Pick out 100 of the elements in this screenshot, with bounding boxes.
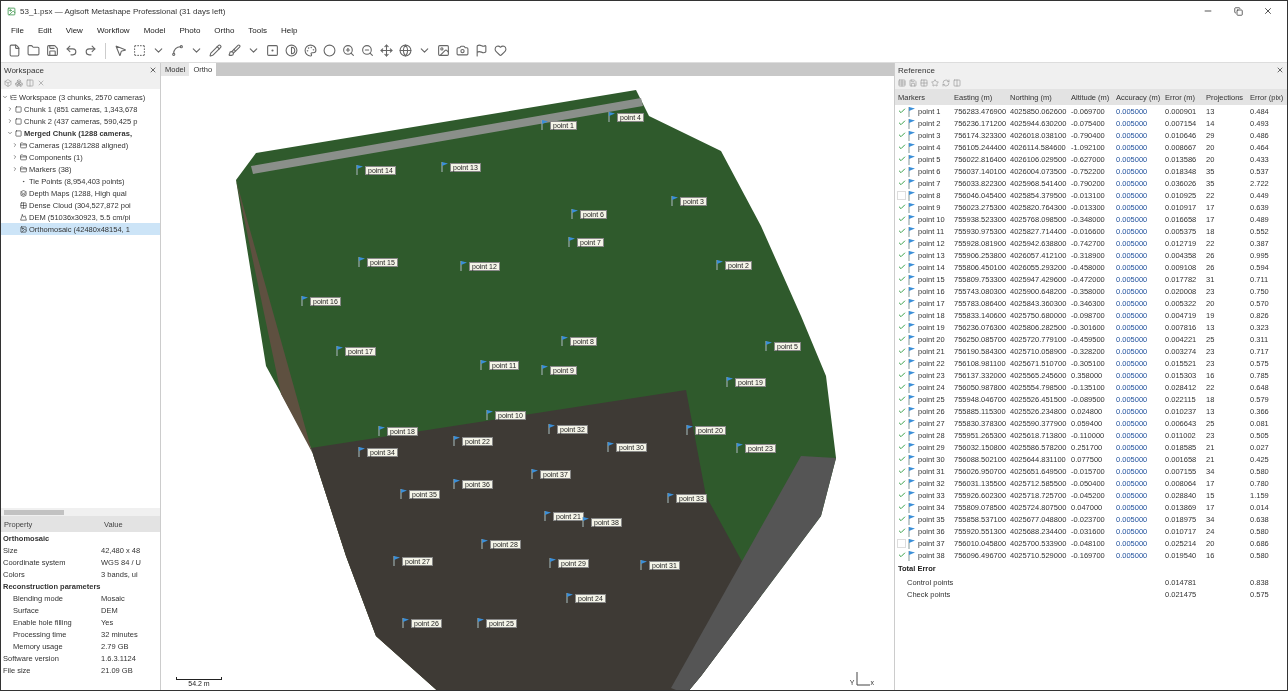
checkbox[interactable] [897, 550, 906, 560]
checkbox[interactable] [897, 334, 906, 344]
folder-icon [20, 165, 27, 173]
checkbox[interactable] [897, 526, 906, 536]
flag-icon [582, 516, 590, 527]
camera-icon[interactable] [455, 43, 470, 58]
checkbox[interactable] [897, 286, 906, 296]
table-icon[interactable] [898, 79, 906, 87]
columns-icon[interactable] [953, 79, 961, 87]
layers-icon [20, 189, 27, 197]
undo-icon[interactable] [64, 43, 79, 58]
globe-icon[interactable] [398, 43, 413, 58]
checkbox[interactable] [897, 490, 906, 500]
menu-item[interactable]: Workflow [94, 25, 132, 35]
close-icon[interactable] [1276, 66, 1284, 74]
flag-icon [393, 555, 401, 566]
scrollbar-thumb[interactable] [4, 509, 64, 515]
checkbox[interactable] [897, 118, 906, 128]
checkbox[interactable] [897, 514, 906, 524]
flag-icon[interactable] [474, 43, 489, 58]
checkbox[interactable] [897, 502, 906, 512]
checkbox[interactable] [897, 250, 906, 260]
zoom-out-icon[interactable] [360, 43, 375, 58]
flag-icon [561, 335, 569, 346]
menu-item[interactable]: Edit [35, 25, 54, 35]
pencil-icon[interactable] [208, 43, 223, 58]
checkbox[interactable] [897, 202, 906, 212]
menu-item[interactable]: Ortho [212, 25, 237, 35]
flag-icon [480, 359, 488, 370]
refresh-icon[interactable] [942, 79, 950, 87]
checkbox[interactable] [897, 406, 906, 416]
checkbox[interactable] [897, 418, 906, 428]
pointer-icon[interactable] [113, 43, 128, 58]
checkbox[interactable] [897, 310, 906, 320]
checkbox[interactable] [897, 226, 906, 236]
checkbox[interactable] [897, 430, 906, 440]
checkbox[interactable] [897, 130, 906, 140]
menu-item[interactable]: View [63, 25, 85, 35]
open-folder-icon[interactable] [26, 43, 41, 58]
flag-icon [571, 208, 579, 219]
checkbox[interactable] [897, 262, 906, 272]
flag-icon [301, 295, 309, 306]
menu-item[interactable]: Tools [246, 25, 270, 35]
polyline-icon[interactable] [170, 43, 185, 58]
boxes-icon[interactable] [15, 79, 23, 87]
checkbox[interactable] [897, 166, 906, 176]
move-icon[interactable] [379, 43, 394, 58]
grid-icon[interactable] [920, 79, 928, 87]
close-icon[interactable] [149, 66, 157, 74]
flag-icon [460, 260, 468, 271]
columns-icon[interactable] [26, 79, 34, 87]
checkbox[interactable] [897, 298, 906, 308]
mountain-icon [20, 213, 27, 221]
checkbox[interactable] [897, 274, 906, 284]
checkbox[interactable] [897, 454, 906, 464]
checkbox[interactable] [897, 322, 906, 332]
remove-icon[interactable] [37, 79, 45, 87]
flag-icon [400, 488, 408, 499]
checkbox[interactable] [897, 358, 906, 368]
flag-icon [358, 446, 366, 457]
redo-icon[interactable] [83, 43, 98, 58]
circle-icon[interactable] [322, 43, 337, 58]
checkbox[interactable] [897, 478, 906, 488]
box-icon[interactable] [4, 79, 12, 87]
zoom-in-icon[interactable] [341, 43, 356, 58]
square-icon[interactable] [265, 43, 280, 58]
menu-item[interactable]: File [9, 25, 26, 35]
star-icon[interactable] [931, 79, 939, 87]
close-icon[interactable] [1263, 6, 1273, 16]
save-icon[interactable] [45, 43, 60, 58]
contrast-icon[interactable] [284, 43, 299, 58]
checkbox[interactable] [897, 214, 906, 224]
new-file-icon[interactable] [7, 43, 22, 58]
menu-item[interactable]: Help [279, 25, 300, 35]
selection-icon[interactable] [132, 43, 147, 58]
image-icon[interactable] [436, 43, 451, 58]
checkbox[interactable] [897, 238, 906, 248]
checkbox[interactable] [897, 442, 906, 452]
flag-icon [548, 423, 556, 434]
checkbox[interactable] [897, 142, 906, 152]
checkbox[interactable] [897, 370, 906, 380]
menu-item[interactable]: Model [141, 25, 168, 35]
checkbox[interactable] [897, 466, 906, 476]
checkbox[interactable] [897, 538, 906, 548]
flag-icon [481, 538, 489, 549]
flag-icon [566, 592, 574, 603]
flag-icon [608, 111, 616, 122]
checkbox[interactable] [897, 154, 906, 164]
checkbox[interactable] [897, 382, 906, 392]
flag-icon [765, 340, 773, 351]
checkbox[interactable] [897, 190, 906, 200]
brush-icon[interactable] [227, 43, 242, 58]
checkbox[interactable] [897, 394, 906, 404]
heart-icon[interactable] [493, 43, 508, 58]
checkbox[interactable] [897, 178, 906, 188]
checkbox[interactable] [897, 106, 906, 116]
palette-icon[interactable] [303, 43, 318, 58]
menu-item[interactable]: Photo [177, 25, 203, 35]
checkbox[interactable] [897, 346, 906, 356]
restore-icon[interactable] [1233, 6, 1243, 16]
